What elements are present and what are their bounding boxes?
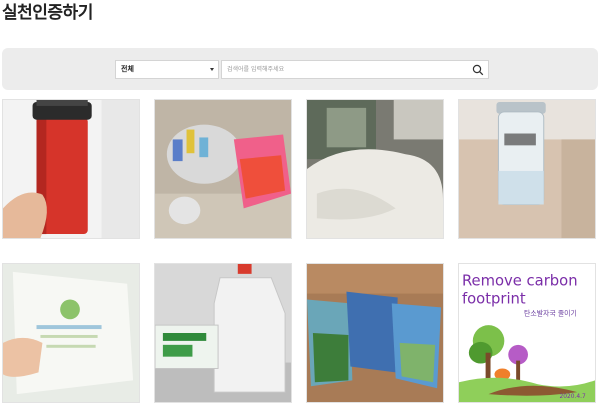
water-bottle-photo <box>459 100 595 238</box>
books-on-floor-photo <box>307 264 443 402</box>
post-card-hoodie[interactable] <box>306 99 444 239</box>
post-card-tumbler[interactable] <box>2 99 140 239</box>
search-icon[interactable] <box>472 64 484 76</box>
search-panel: 전체 검색어를 입력해주세요 <box>2 48 598 90</box>
chevron-down-icon <box>210 68 214 71</box>
poster-title-line1: Remove carbon <box>462 273 578 290</box>
post-card-books[interactable] <box>306 263 444 403</box>
recycling-bag-photo <box>155 100 291 238</box>
search-input-placeholder: 검색어를 입력해주세요 <box>227 66 285 73</box>
carbon-footprint-poster: Remove carbon footprint 탄소발자국 줄이기 2020.4… <box>459 264 595 402</box>
category-select[interactable]: 전체 <box>115 60 219 79</box>
page-title: 실천인증하기 <box>2 3 93 23</box>
leaflet-photo <box>3 264 139 402</box>
category-select-value: 전체 <box>121 65 134 73</box>
plastic-jug-photo <box>155 264 291 402</box>
post-card-bottle[interactable] <box>458 99 596 239</box>
search-input[interactable]: 검색어를 입력해주세요 <box>221 60 489 79</box>
poster-date: 2020.4.7 <box>560 394 587 400</box>
red-tumbler-photo <box>3 100 139 238</box>
post-card-recycling[interactable] <box>154 99 292 239</box>
post-card-jug[interactable] <box>154 263 292 403</box>
poster-subtitle: 탄소발자국 줄이기 <box>524 308 577 317</box>
post-card-leaflet[interactable] <box>2 263 140 403</box>
hoodie-photo <box>307 100 443 238</box>
post-card-poster[interactable]: Remove carbon footprint 탄소발자국 줄이기 2020.4… <box>458 263 596 403</box>
poster-title-line2: footprint <box>462 290 526 307</box>
